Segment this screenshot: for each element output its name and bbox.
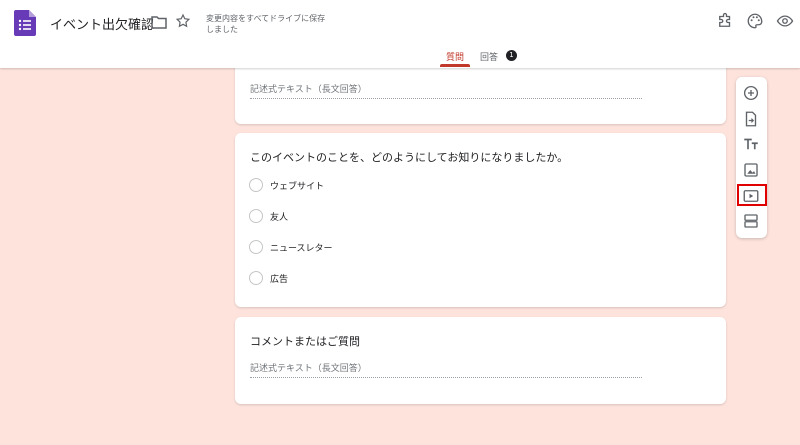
video-button-highlight	[737, 184, 767, 206]
floating-toolbar	[736, 77, 767, 238]
palette-icon[interactable]	[746, 12, 764, 30]
question-card[interactable]: このイベントのことを、どのようにしてお知りになりましたか。 ウェブサイト 友人 …	[235, 133, 726, 307]
addon-puzzle-icon[interactable]	[716, 12, 734, 30]
save-status-text: 変更内容をすべてドライブに保存しました	[206, 14, 326, 34]
document-title[interactable]: イベント出欠確認	[50, 14, 154, 33]
radio-button[interactable]	[249, 240, 263, 254]
folder-icon[interactable]	[151, 15, 167, 29]
radio-button[interactable]	[249, 271, 263, 285]
radio-button[interactable]	[249, 209, 263, 223]
top-header: イベント出欠確認 変更内容をすべてドライブに保存しました 質問 回答 1	[0, 0, 800, 68]
radio-button[interactable]	[249, 178, 263, 192]
import-questions-icon[interactable]	[742, 110, 760, 128]
add-title-icon[interactable]	[742, 135, 760, 153]
add-question-icon[interactable]	[742, 84, 760, 102]
tab-questions[interactable]: 質問	[446, 50, 464, 63]
comment-card[interactable]: コメントまたはご質問 記述式テキスト（長文回答）	[235, 317, 726, 404]
option-label: ウェブサイト	[270, 182, 325, 192]
forms-app-icon[interactable]	[14, 10, 36, 36]
responses-count-badge: 1	[506, 50, 517, 61]
long-answer-placeholder: 記述式テキスト（長文回答）	[250, 82, 642, 99]
option-label: ニュースレター	[270, 244, 333, 254]
preview-eye-icon[interactable]	[776, 12, 794, 30]
comment-title: コメントまたはご質問	[250, 335, 360, 348]
active-tab-indicator	[440, 64, 470, 67]
option-label: 広告	[270, 275, 289, 285]
star-icon[interactable]	[175, 13, 191, 29]
tab-responses[interactable]: 回答	[480, 50, 498, 63]
question-title: このイベントのことを、どのようにしてお知りになりましたか。	[250, 151, 569, 164]
add-image-icon[interactable]	[742, 161, 760, 179]
comment-placeholder: 記述式テキスト（長文回答）	[250, 361, 642, 378]
add-section-icon[interactable]	[742, 212, 760, 230]
option-label: 友人	[270, 213, 289, 223]
